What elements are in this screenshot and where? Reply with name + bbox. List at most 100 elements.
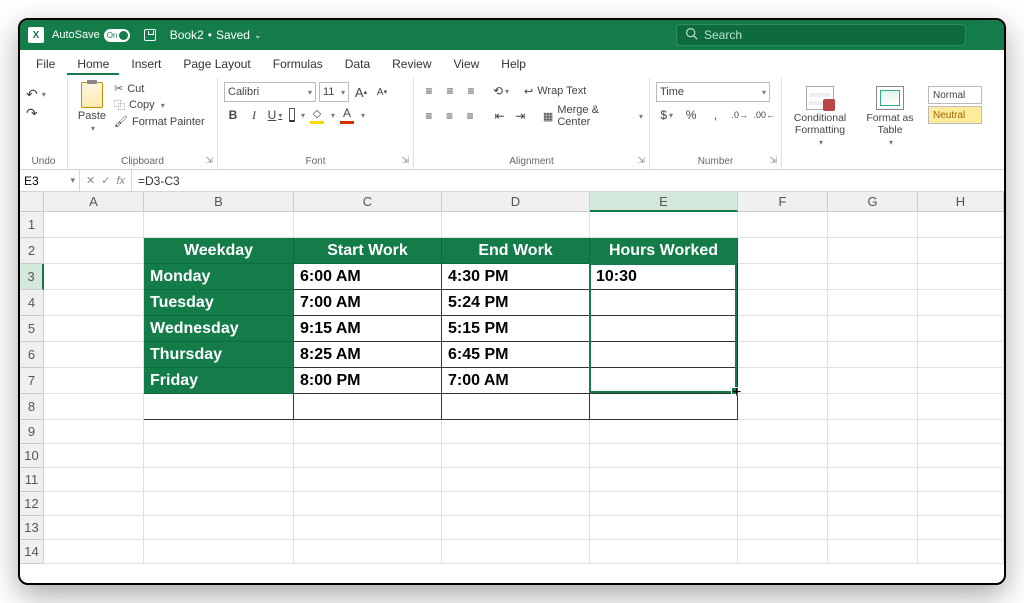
menu-file[interactable]: File <box>26 53 65 75</box>
align-left-button[interactable]: ≡ <box>420 107 438 125</box>
cell-G7[interactable] <box>828 368 918 394</box>
italic-button[interactable]: I <box>245 106 263 124</box>
undo-button[interactable]: ↶▾ <box>26 86 61 103</box>
clipboard-dialog-launcher[interactable]: ⇲ <box>205 155 213 166</box>
col-header-G[interactable]: G <box>828 192 918 212</box>
cell-E11[interactable] <box>590 468 738 492</box>
align-top-button[interactable]: ≡ <box>420 82 438 100</box>
cell-B7[interactable]: Friday <box>144 368 294 394</box>
cell-A12[interactable] <box>44 492 144 516</box>
number-dialog-launcher[interactable]: ⇲ <box>769 155 777 166</box>
cell-C7[interactable]: 8:00 PM <box>294 368 442 394</box>
cancel-formula-icon[interactable]: ✕ <box>86 174 95 187</box>
cell-D13[interactable] <box>442 516 590 540</box>
cell-H2[interactable] <box>918 238 1004 264</box>
conditional-formatting-button[interactable]: Conditional Formatting▾ <box>788 86 852 147</box>
cell-A5[interactable] <box>44 316 144 342</box>
row-header-1[interactable]: 1 <box>20 212 44 238</box>
cell-E5[interactable] <box>590 316 738 342</box>
cell-E9[interactable] <box>590 420 738 444</box>
font-color-button[interactable]: A <box>338 106 356 124</box>
cell-F4[interactable] <box>738 290 828 316</box>
col-header-D[interactable]: D <box>442 192 590 212</box>
row-header-4[interactable]: 4 <box>20 290 44 316</box>
cell-E8[interactable] <box>590 394 738 420</box>
row-header-13[interactable]: 13 <box>20 516 44 540</box>
fill-color-button[interactable]: ◇ <box>308 106 326 124</box>
filename-dropdown[interactable]: Book2 • Saved ⌄ <box>170 28 262 42</box>
cell-F10[interactable] <box>738 444 828 468</box>
cell-B9[interactable] <box>144 420 294 444</box>
cell-A3[interactable] <box>44 264 144 290</box>
cell-C4[interactable]: 7:00 AM <box>294 290 442 316</box>
cell-D2[interactable]: End Work <box>442 238 590 264</box>
col-header-E[interactable]: E <box>590 192 738 212</box>
cell-F6[interactable] <box>738 342 828 368</box>
cell-H10[interactable] <box>918 444 1004 468</box>
accept-formula-icon[interactable]: ✓ <box>101 174 110 187</box>
cell-D8[interactable] <box>442 394 590 420</box>
cell-C5[interactable]: 9:15 AM <box>294 316 442 342</box>
cell-A1[interactable] <box>44 212 144 238</box>
row-header-5[interactable]: 5 <box>20 316 44 342</box>
cell-H7[interactable] <box>918 368 1004 394</box>
cell-C1[interactable] <box>294 212 442 238</box>
cell-B8[interactable] <box>144 394 294 420</box>
cell-F12[interactable] <box>738 492 828 516</box>
cell-D5[interactable]: 5:15 PM <box>442 316 590 342</box>
cell-G2[interactable] <box>828 238 918 264</box>
currency-button[interactable]: $▾ <box>656 106 677 124</box>
format-painter-button[interactable]: 🖌Format Painter <box>114 115 205 128</box>
cell-H5[interactable] <box>918 316 1004 342</box>
cell-B4[interactable]: Tuesday <box>144 290 294 316</box>
cell-F8[interactable] <box>738 394 828 420</box>
cell-G14[interactable] <box>828 540 918 564</box>
cell-A9[interactable] <box>44 420 144 444</box>
cell-G9[interactable] <box>828 420 918 444</box>
cell-C9[interactable] <box>294 420 442 444</box>
decrease-indent-button[interactable]: ⇤ <box>491 107 509 125</box>
copy-button[interactable]: ⿻Copy▾ <box>114 97 205 113</box>
cell-D7[interactable]: 7:00 AM <box>442 368 590 394</box>
cell-D4[interactable]: 5:24 PM <box>442 290 590 316</box>
cell-B14[interactable] <box>144 540 294 564</box>
font-dialog-launcher[interactable]: ⇲ <box>401 155 409 166</box>
wrap-text-button[interactable]: ↩Wrap Text <box>524 85 586 98</box>
cell-D14[interactable] <box>442 540 590 564</box>
cut-button[interactable]: ✂Cut <box>114 82 205 95</box>
cell-C3[interactable]: 6:00 AM <box>294 264 442 290</box>
decrease-font-button[interactable]: A▾ <box>373 83 391 101</box>
menu-page-layout[interactable]: Page Layout <box>173 53 260 75</box>
cell-G11[interactable] <box>828 468 918 492</box>
cell-H1[interactable] <box>918 212 1004 238</box>
increase-decimal-button[interactable]: .0→ <box>729 106 750 124</box>
paste-button[interactable]: Paste ▾ <box>74 82 110 133</box>
cell-F9[interactable] <box>738 420 828 444</box>
cell-H8[interactable] <box>918 394 1004 420</box>
col-header-A[interactable]: A <box>44 192 144 212</box>
orientation-button[interactable]: ⟲▾ <box>492 82 510 100</box>
border-button[interactable]: ▾ <box>287 106 305 124</box>
cell-B1[interactable] <box>144 212 294 238</box>
menu-data[interactable]: Data <box>335 53 380 75</box>
cell-B2[interactable]: Weekday <box>144 238 294 264</box>
autosave-toggle[interactable]: AutoSave On <box>52 29 130 42</box>
cell-C11[interactable] <box>294 468 442 492</box>
cell-A4[interactable] <box>44 290 144 316</box>
cell-B11[interactable] <box>144 468 294 492</box>
col-header-H[interactable]: H <box>918 192 1004 212</box>
cell-F3[interactable] <box>738 264 828 290</box>
col-header-F[interactable]: F <box>738 192 828 212</box>
col-header-C[interactable]: C <box>294 192 442 212</box>
percent-button[interactable]: % <box>680 106 701 124</box>
toggle-switch[interactable]: On <box>104 29 130 42</box>
row-header-7[interactable]: 7 <box>20 368 44 394</box>
underline-button[interactable]: U▾ <box>266 106 284 124</box>
cell-C2[interactable]: Start Work <box>294 238 442 264</box>
cell-C6[interactable]: 8:25 AM <box>294 342 442 368</box>
align-bottom-button[interactable]: ≡ <box>462 82 480 100</box>
cell-E1[interactable] <box>590 212 738 238</box>
align-right-button[interactable]: ≡ <box>461 107 479 125</box>
cell-F7[interactable] <box>738 368 828 394</box>
col-header-B[interactable]: B <box>144 192 294 212</box>
